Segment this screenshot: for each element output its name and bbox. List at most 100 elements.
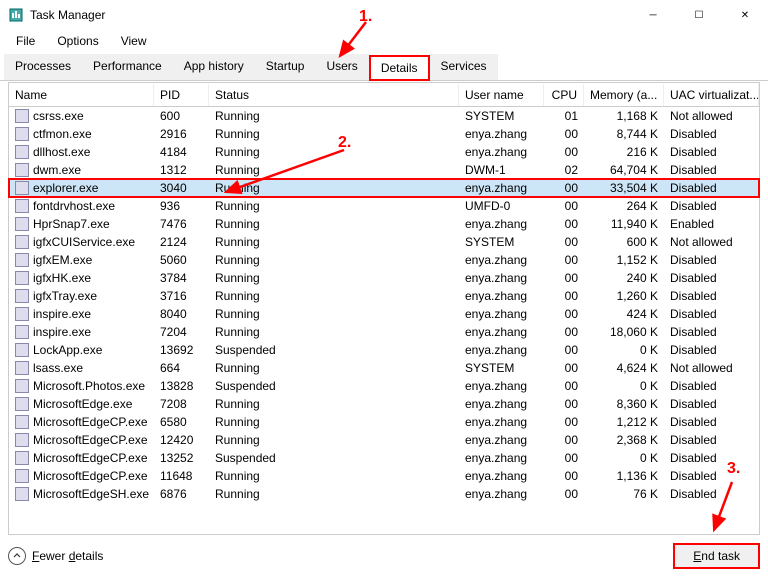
maximize-button[interactable]: ☐ bbox=[676, 0, 722, 30]
tab-startup[interactable]: Startup bbox=[255, 54, 316, 80]
cell-uac: Disabled bbox=[664, 325, 759, 339]
app-icon bbox=[8, 7, 24, 23]
table-row[interactable]: inspire.exe7204Runningenya.zhang0018,060… bbox=[9, 323, 759, 341]
cell-pid: 1312 bbox=[154, 163, 209, 177]
col-cpu[interactable]: CPU bbox=[544, 84, 584, 106]
tab-services[interactable]: Services bbox=[430, 54, 498, 80]
cell-status: Suspended bbox=[209, 379, 459, 393]
cell-cpu: 01 bbox=[544, 109, 584, 123]
table-row[interactable]: MicrosoftEdgeCP.exe13252Suspendedenya.zh… bbox=[9, 449, 759, 467]
process-icon bbox=[15, 271, 29, 285]
cell-pid: 7204 bbox=[154, 325, 209, 339]
cell-status: Running bbox=[209, 397, 459, 411]
cell-mem: 8,360 K bbox=[584, 397, 664, 411]
cell-mem: 0 K bbox=[584, 343, 664, 357]
cell-mem: 1,152 K bbox=[584, 253, 664, 267]
menu-file[interactable]: File bbox=[6, 32, 45, 50]
cell-cpu: 00 bbox=[544, 343, 584, 357]
cell-cpu: 00 bbox=[544, 289, 584, 303]
cell-mem: 33,504 K bbox=[584, 181, 664, 195]
cell-status: Running bbox=[209, 325, 459, 339]
cell-mem: 1,212 K bbox=[584, 415, 664, 429]
table-row[interactable]: LockApp.exe13692Suspendedenya.zhang000 K… bbox=[9, 341, 759, 359]
col-status[interactable]: Status bbox=[209, 84, 459, 106]
cell-uac: Not allowed bbox=[664, 109, 759, 123]
cell-mem: 4,624 K bbox=[584, 361, 664, 375]
cell-uac: Disabled bbox=[664, 271, 759, 285]
process-icon bbox=[15, 127, 29, 141]
menu-view[interactable]: View bbox=[111, 32, 157, 50]
table-row[interactable]: MicrosoftEdgeSH.exe6876Runningenya.zhang… bbox=[9, 485, 759, 503]
cell-pid: 936 bbox=[154, 199, 209, 213]
cell-status: Running bbox=[209, 145, 459, 159]
table-row[interactable]: MicrosoftEdgeCP.exe12420Runningenya.zhan… bbox=[9, 431, 759, 449]
cell-mem: 8,744 K bbox=[584, 127, 664, 141]
cell-name: inspire.exe bbox=[33, 307, 91, 321]
table-row[interactable]: Microsoft.Photos.exe13828Suspendedenya.z… bbox=[9, 377, 759, 395]
table-row[interactable]: HprSnap7.exe7476Runningenya.zhang0011,94… bbox=[9, 215, 759, 233]
cell-pid: 11648 bbox=[154, 469, 209, 483]
cell-name: dllhost.exe bbox=[33, 145, 90, 159]
col-uac[interactable]: UAC virtualizat... bbox=[664, 84, 759, 106]
table-row[interactable]: inspire.exe8040Runningenya.zhang00424 KD… bbox=[9, 305, 759, 323]
table-row[interactable]: MicrosoftEdgeCP.exe11648Runningenya.zhan… bbox=[9, 467, 759, 485]
table-row[interactable]: csrss.exe600RunningSYSTEM011,168 KNot al… bbox=[9, 107, 759, 125]
cell-cpu: 00 bbox=[544, 361, 584, 375]
cell-user: enya.zhang bbox=[459, 127, 544, 141]
col-name[interactable]: Name bbox=[9, 84, 154, 106]
cell-name: fontdrvhost.exe bbox=[33, 199, 115, 213]
cell-user: enya.zhang bbox=[459, 397, 544, 411]
cell-cpu: 00 bbox=[544, 433, 584, 447]
tab-users[interactable]: Users bbox=[315, 54, 368, 80]
tab-app-history[interactable]: App history bbox=[173, 54, 255, 80]
tab-processes[interactable]: Processes bbox=[4, 54, 82, 80]
cell-user: enya.zhang bbox=[459, 451, 544, 465]
process-icon bbox=[15, 469, 29, 483]
table-row[interactable]: lsass.exe664RunningSYSTEM004,624 KNot al… bbox=[9, 359, 759, 377]
table-row[interactable]: igfxCUIService.exe2124RunningSYSTEM00600… bbox=[9, 233, 759, 251]
cell-name: igfxTray.exe bbox=[33, 289, 97, 303]
col-mem[interactable]: Memory (a... bbox=[584, 84, 664, 106]
minimize-button[interactable]: ─ bbox=[630, 0, 676, 30]
fewer-details-button[interactable]: Fewer details bbox=[8, 547, 103, 565]
col-pid[interactable]: PID bbox=[154, 84, 209, 106]
cell-name: explorer.exe bbox=[33, 181, 98, 195]
tab-details[interactable]: Details bbox=[369, 55, 430, 81]
table-row[interactable]: explorer.exe3040Runningenya.zhang0033,50… bbox=[9, 179, 759, 197]
table-row[interactable]: fontdrvhost.exe936RunningUMFD-000264 KDi… bbox=[9, 197, 759, 215]
process-icon bbox=[15, 487, 29, 501]
cell-pid: 4184 bbox=[154, 145, 209, 159]
table-row[interactable]: ctfmon.exe2916Runningenya.zhang008,744 K… bbox=[9, 125, 759, 143]
table-row[interactable]: dwm.exe1312RunningDWM-10264,704 KDisable… bbox=[9, 161, 759, 179]
table-row[interactable]: igfxHK.exe3784Runningenya.zhang00240 KDi… bbox=[9, 269, 759, 287]
cell-pid: 2124 bbox=[154, 235, 209, 249]
cell-name: MicrosoftEdgeCP.exe bbox=[33, 451, 148, 465]
cell-name: MicrosoftEdgeSH.exe bbox=[33, 487, 149, 501]
cell-user: enya.zhang bbox=[459, 415, 544, 429]
process-table: Name PID Status User name CPU Memory (a.… bbox=[8, 82, 760, 535]
cell-uac: Disabled bbox=[664, 451, 759, 465]
cell-uac: Not allowed bbox=[664, 235, 759, 249]
table-row[interactable]: MicrosoftEdge.exe7208Runningenya.zhang00… bbox=[9, 395, 759, 413]
process-icon bbox=[15, 181, 29, 195]
close-button[interactable]: ✕ bbox=[722, 0, 768, 30]
table-row[interactable]: igfxTray.exe3716Runningenya.zhang001,260… bbox=[9, 287, 759, 305]
cell-uac: Disabled bbox=[664, 397, 759, 411]
process-icon bbox=[15, 145, 29, 159]
cell-mem: 424 K bbox=[584, 307, 664, 321]
table-row[interactable]: igfxEM.exe5060Runningenya.zhang001,152 K… bbox=[9, 251, 759, 269]
end-task-button[interactable]: End task bbox=[673, 543, 760, 569]
cell-name: inspire.exe bbox=[33, 325, 91, 339]
tab-performance[interactable]: Performance bbox=[82, 54, 173, 80]
cell-mem: 216 K bbox=[584, 145, 664, 159]
col-user[interactable]: User name bbox=[459, 84, 544, 106]
cell-cpu: 00 bbox=[544, 217, 584, 231]
table-row[interactable]: MicrosoftEdgeCP.exe6580Runningenya.zhang… bbox=[9, 413, 759, 431]
cell-cpu: 00 bbox=[544, 487, 584, 501]
process-icon bbox=[15, 109, 29, 123]
cell-user: UMFD-0 bbox=[459, 199, 544, 213]
table-row[interactable]: dllhost.exe4184Runningenya.zhang00216 KD… bbox=[9, 143, 759, 161]
cell-uac: Disabled bbox=[664, 433, 759, 447]
cell-user: enya.zhang bbox=[459, 379, 544, 393]
menu-options[interactable]: Options bbox=[47, 32, 108, 50]
